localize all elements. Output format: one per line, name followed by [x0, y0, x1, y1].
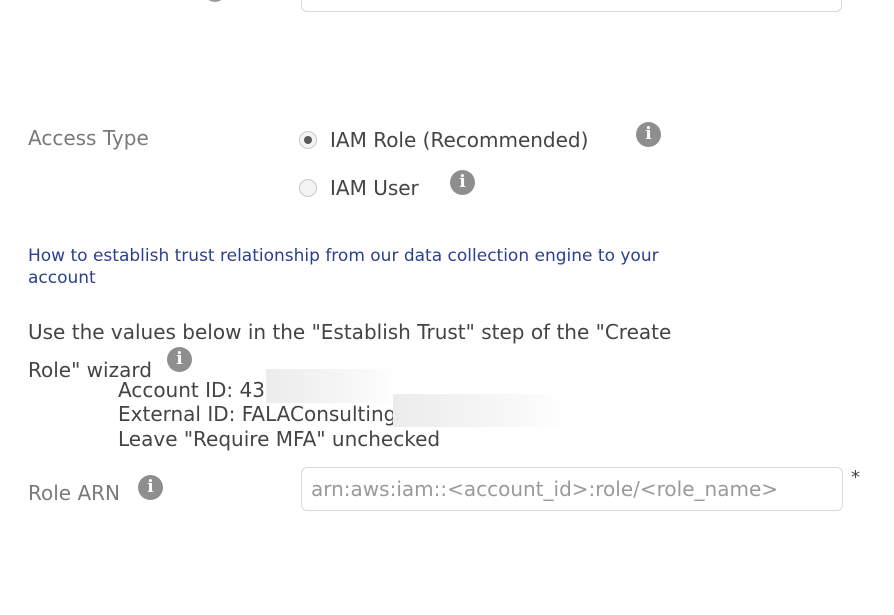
redacted-account-id — [266, 369, 400, 403]
radio-iam-user-control[interactable] — [299, 179, 317, 197]
info-icon[interactable]: i — [636, 122, 661, 147]
radio-iam-user-label[interactable]: IAM User — [330, 176, 419, 200]
radio-iam-role[interactable]: IAM Role (Recommended) — [299, 128, 588, 152]
info-icon[interactable]: i — [138, 475, 163, 500]
radio-iam-user[interactable]: IAM User — [299, 176, 419, 200]
role-arn-input[interactable] — [301, 467, 843, 511]
required-marker: * — [851, 467, 860, 488]
external-id-text: External ID: FALAConsulting — [118, 402, 397, 426]
mfa-note-text: Leave "Require MFA" unchecked — [118, 427, 441, 451]
redacted-external-id — [393, 394, 567, 427]
info-icon[interactable]: i — [167, 347, 192, 372]
account-id-text: Account ID: 43 — [118, 378, 265, 402]
role-arn-label: Role ARN — [28, 481, 120, 505]
info-icon[interactable]: i — [450, 170, 475, 195]
aws-account-form: Access Type IAM Role (Recommended) i IAM… — [0, 0, 894, 615]
trust-relationship-help-link[interactable]: How to establish trust relationship from… — [28, 245, 688, 289]
radio-iam-role-label[interactable]: IAM Role (Recommended) — [330, 128, 588, 152]
previous-field-input[interactable] — [301, 0, 842, 12]
info-icon[interactable] — [204, 0, 226, 2]
radio-iam-role-control[interactable] — [299, 131, 317, 149]
access-type-label: Access Type — [28, 126, 149, 150]
